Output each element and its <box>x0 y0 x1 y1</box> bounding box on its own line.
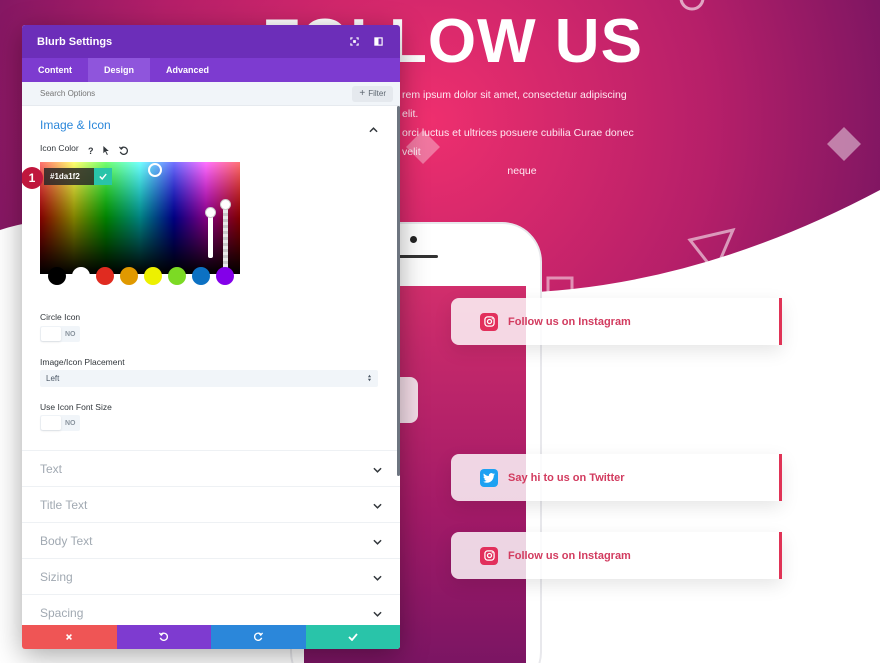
use-icon-font-size-toggle[interactable]: NO <box>40 415 80 431</box>
panel-header[interactable]: Blurb Settings <box>22 25 400 58</box>
checkmark-icon <box>348 628 358 646</box>
chevron-down-icon <box>373 568 382 586</box>
swatch-orange[interactable] <box>120 267 138 285</box>
help-icon[interactable]: ? <box>88 146 94 156</box>
discard-button[interactable] <box>22 625 117 649</box>
redo-button[interactable] <box>211 625 306 649</box>
social-button-label: Follow us on Instagram <box>508 315 631 328</box>
section-title: Body Text <box>40 533 93 548</box>
social-button-instagram[interactable]: Follow us on Instagram <box>451 298 782 345</box>
chevron-up-icon[interactable] <box>369 120 378 138</box>
undo-icon <box>159 628 169 646</box>
close-icon <box>65 628 73 646</box>
section-body-text[interactable]: Body Text <box>22 522 400 558</box>
panel-title: Blurb Settings <box>37 35 113 48</box>
icon-color-label: Icon Color <box>40 143 79 153</box>
placement-label: Image/Icon Placement <box>40 357 125 367</box>
step-marker: 1 <box>22 167 43 189</box>
opacity-slider-knob[interactable] <box>220 199 231 210</box>
chevron-down-icon <box>373 496 382 514</box>
tab-content[interactable]: Content <box>22 58 88 82</box>
twitter-icon <box>480 468 498 487</box>
circle-icon-label: Circle Icon <box>40 312 81 322</box>
swatch-black[interactable] <box>48 267 66 285</box>
placement-value: Left <box>46 374 60 383</box>
section-title: Spacing <box>40 605 84 620</box>
toggle-state: NO <box>65 419 76 427</box>
panel-footer <box>22 625 400 649</box>
color-picker-selector[interactable] <box>148 163 162 177</box>
swatch-white[interactable] <box>72 267 90 285</box>
filter-label: Filter <box>368 89 386 98</box>
swatch-blue[interactable] <box>192 267 210 285</box>
toggle-knob <box>41 327 61 341</box>
chevron-down-icon <box>373 532 382 550</box>
reset-icon[interactable] <box>118 142 128 160</box>
blurb-settings-panel: Blurb Settings Content Design Advanced +… <box>22 25 400 649</box>
phone-speaker <box>398 255 438 258</box>
expand-icon[interactable] <box>347 35 361 49</box>
panel-tabs: Content Design Advanced <box>22 58 400 82</box>
section-sizing[interactable]: Sizing <box>22 558 400 594</box>
circle-icon-toggle[interactable]: NO <box>40 326 80 342</box>
social-button-label: Follow us on Instagram <box>508 549 631 562</box>
social-button-label: Say hi to us on Twitter <box>508 471 625 484</box>
swatch-purple[interactable] <box>216 267 234 285</box>
placement-select[interactable]: Left <box>40 370 378 387</box>
hex-confirm-button[interactable] <box>94 168 112 185</box>
toggle-knob <box>41 416 61 430</box>
phone-camera <box>410 236 417 243</box>
swatch-red[interactable] <box>96 267 114 285</box>
section-title-text[interactable]: Title Text <box>22 486 400 522</box>
search-bar: + Filter <box>22 82 400 106</box>
select-arrows-icon <box>367 374 372 384</box>
tab-advanced[interactable]: Advanced <box>150 58 225 82</box>
instagram-icon <box>480 546 498 565</box>
panel-scrollbar[interactable] <box>397 106 400 476</box>
plus-icon: + <box>359 87 366 99</box>
toggle-state: NO <box>65 330 76 338</box>
hero-text: rem ipsum dolor sit amet, consectetur ad… <box>402 86 642 181</box>
chevron-down-icon <box>373 460 382 478</box>
section-title: Title Text <box>40 497 88 512</box>
search-input[interactable] <box>40 89 353 98</box>
color-swatches <box>48 267 234 285</box>
use-icon-font-size-label: Use Icon Font Size <box>40 402 112 412</box>
hero-text-line: rem ipsum dolor sit amet, consectetur ad… <box>402 89 627 120</box>
social-button-instagram[interactable]: Follow us on Instagram <box>451 532 782 579</box>
hero-text-line: neque <box>507 165 537 177</box>
split-view-icon[interactable] <box>371 35 385 49</box>
swatch-yellow[interactable] <box>144 267 162 285</box>
tab-design[interactable]: Design <box>88 58 151 82</box>
instagram-icon <box>480 312 498 331</box>
filter-button[interactable]: + Filter <box>352 85 393 102</box>
redo-icon <box>253 628 263 646</box>
panel-body: Image & Icon Icon Color ? #1da1f2 1 Circ… <box>22 106 400 620</box>
hero-text-line: orci luctus et ultrices posuere cubilia … <box>402 127 634 158</box>
section-title-image-icon[interactable]: Image & Icon <box>40 118 111 132</box>
icon-color-tools: ? <box>88 142 128 160</box>
swatch-green[interactable] <box>168 267 186 285</box>
social-button-twitter[interactable]: Say hi to us on Twitter <box>451 454 782 501</box>
save-button[interactable] <box>305 625 400 649</box>
section-text[interactable]: Text <box>22 450 400 486</box>
hex-color-field[interactable]: #1da1f2 <box>44 168 94 185</box>
section-title: Sizing <box>40 569 73 584</box>
hue-slider-knob[interactable] <box>205 207 216 218</box>
section-title: Text <box>40 461 63 476</box>
chevron-down-icon <box>373 604 382 622</box>
phone-side-tab <box>398 377 418 423</box>
cursor-icon[interactable] <box>102 142 110 160</box>
undo-button[interactable] <box>116 625 211 649</box>
